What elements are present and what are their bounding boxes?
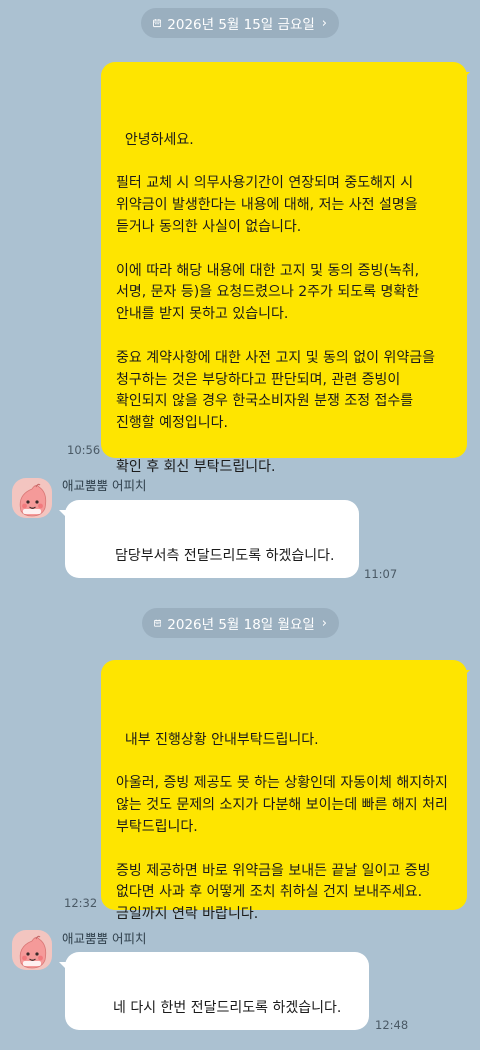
bubble-tail [59, 962, 68, 971]
calendar-icon [153, 19, 162, 28]
message-text: 내부 진행상황 안내부탁드립니다. 아울러, 증빙 제공도 못 하는 상황인데 … [116, 731, 448, 923]
sender-name: 애교뿜뿜 어피치 [62, 931, 147, 946]
calendar-icon [154, 619, 162, 627]
date-label: 2026년 5월 18일 월요일 [167, 617, 315, 633]
message-text: 네 다시 한번 전달드리도록 하겠습니다. [113, 1000, 342, 1016]
my-message-bubble[interactable]: 안녕하세요. 필터 교체 시 의무사용기간이 연장되며 중도해지 시 위약금이 … [101, 62, 467, 475]
other-message-bubble[interactable]: 담당부서측 전달드리도록 하겠습니다. [65, 500, 359, 578]
message-text: 담당부서측 전달드리도록 하겠습니다. [115, 548, 335, 564]
bubble-tail [461, 72, 470, 81]
message-time: 10:56 [67, 443, 101, 457]
message-time: 12:32 [64, 896, 98, 910]
chevron-right-icon: › [321, 615, 327, 631]
message-text: 안녕하세요. 필터 교체 시 의무사용기간이 연장되며 중도해지 시 위약금이 … [116, 131, 435, 475]
date-separator[interactable]: 2026년 5월 18일 월요일 › [142, 608, 339, 638]
apeach-avatar[interactable] [12, 930, 52, 970]
bubble-tail [59, 510, 68, 519]
other-message-bubble[interactable]: 네 다시 한번 전달드리도록 하겠습니다. [65, 952, 369, 1030]
message-time: 11:07 [364, 567, 398, 581]
bubble-tail [461, 670, 470, 679]
date-label: 2026년 5월 15일 금요일 [167, 17, 315, 33]
apeach-avatar[interactable] [12, 478, 52, 518]
sender-name: 애교뿜뿜 어피치 [62, 478, 147, 493]
date-separator[interactable]: 2026년 5월 15일 금요일 › [141, 8, 339, 38]
message-time: 12:48 [375, 1018, 409, 1032]
my-message-bubble[interactable]: 내부 진행상황 안내부탁드립니다. 아울러, 증빙 제공도 못 하는 상황인데 … [101, 660, 467, 922]
chevron-right-icon: › [321, 15, 327, 31]
